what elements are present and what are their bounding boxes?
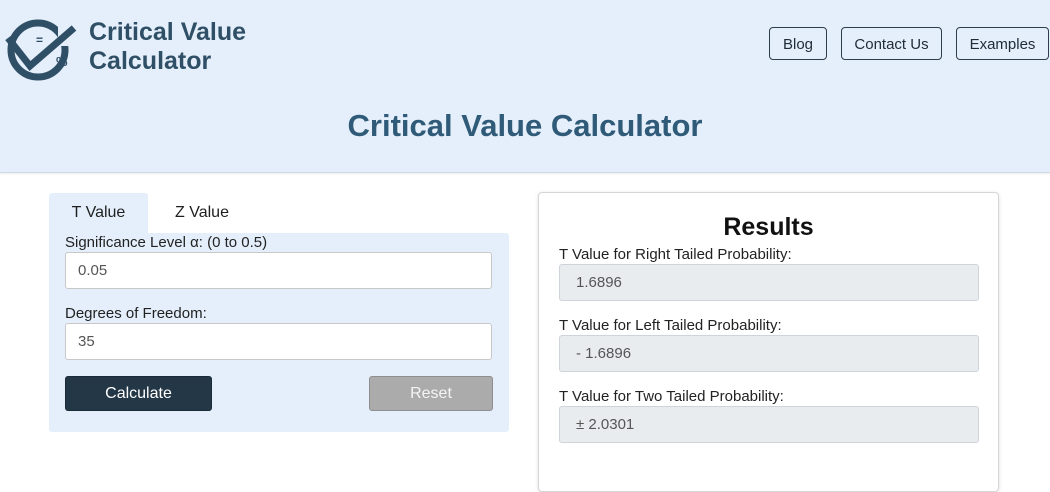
brand-name[interactable]: Critical Value Calculator (89, 18, 246, 76)
nav-contact-button[interactable]: Contact Us (841, 27, 942, 60)
nav-examples-button[interactable]: Examples (956, 27, 1049, 60)
dof-input[interactable] (65, 323, 492, 360)
two-tailed-label: T Value for Two Tailed Probability: (559, 388, 784, 405)
right-tailed-label: T Value for Right Tailed Probability: (559, 246, 792, 263)
right-tailed-value: 1.6896 (559, 264, 979, 301)
results-title: Results (723, 213, 814, 241)
svg-text:=: = (36, 33, 43, 47)
brand-line-2: Calculator (89, 47, 212, 75)
two-tailed-value: ± 2.0301 (559, 406, 979, 443)
page-title: Critical Value Calculator (347, 108, 703, 143)
svg-text:%: % (56, 54, 68, 69)
left-tailed-label: T Value for Left Tailed Probability: (559, 317, 782, 334)
nav-blog-button[interactable]: Blog (769, 27, 827, 60)
site-header: = % Critical Value Calculator Blog Conta… (0, 0, 1050, 173)
tab-t-value[interactable]: T Value (49, 193, 148, 233)
left-tailed-value: - 1.6896 (559, 335, 979, 372)
results-panel: Results T Value for Right Tailed Probabi… (538, 192, 999, 492)
tab-z-value[interactable]: Z Value (148, 193, 256, 233)
reset-button[interactable]: Reset (369, 376, 493, 411)
logo-icon[interactable]: = % (0, 16, 82, 86)
significance-input[interactable] (65, 252, 492, 289)
calculator-panel: Significance Level α: (0 to 0.5) Degrees… (49, 233, 509, 432)
significance-label: Significance Level α: (0 to 0.5) (65, 234, 268, 251)
brand-line-1: Critical Value (89, 18, 247, 46)
calculate-button[interactable]: Calculate (65, 376, 212, 411)
dof-label: Degrees of Freedom: (65, 305, 207, 322)
